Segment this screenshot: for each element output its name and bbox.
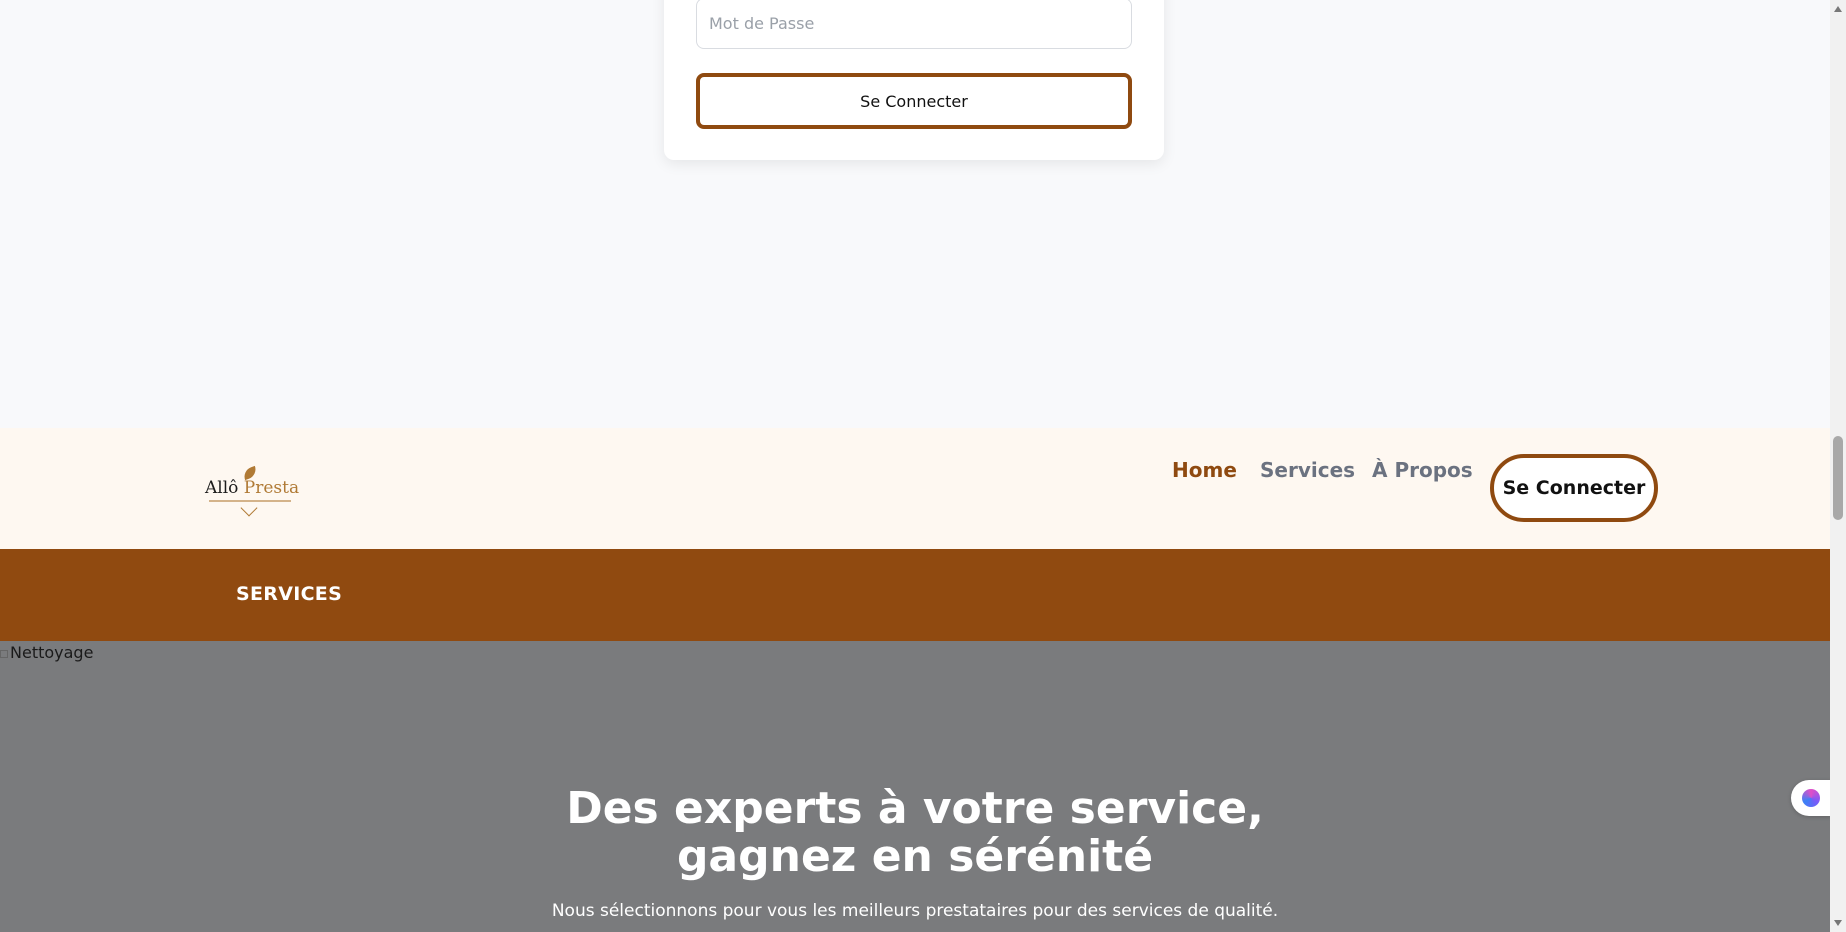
header-login-button[interactable]: Se Connecter <box>1490 454 1658 522</box>
services-band: SERVICES <box>0 549 1830 641</box>
site-logo[interactable]: Allô Presta <box>205 465 300 517</box>
logo-diamond-icon <box>240 499 258 517</box>
hero-title: Des experts à votre service, gagnez en s… <box>566 783 1264 882</box>
brain-icon <box>1802 789 1820 807</box>
hero-subtitle: Nous sélectionnons pour vous les meilleu… <box>551 901 1279 921</box>
floating-assistant-button[interactable] <box>1791 780 1831 816</box>
scroll-down-icon[interactable] <box>1834 920 1842 926</box>
password-field[interactable] <box>696 0 1132 49</box>
logo-text: Allô Presta <box>205 478 300 498</box>
site-header: Allô Presta Home Services À Propos Se Co… <box>0 428 1830 549</box>
login-card: Se Connecter <box>664 0 1164 160</box>
page-scrollbar[interactable] <box>1830 0 1846 932</box>
nav-a-propos[interactable]: À Propos <box>1372 458 1473 482</box>
login-submit-button[interactable]: Se Connecter <box>696 73 1132 129</box>
login-section: Se Connecter <box>0 0 1830 428</box>
scroll-up-icon[interactable] <box>1834 6 1842 12</box>
scroll-thumb[interactable] <box>1833 436 1843 520</box>
services-heading: SERVICES <box>236 583 343 605</box>
hero-image-placeholder: Nettoyage <box>0 643 93 662</box>
hero-section: Nettoyage Des experts à votre service, g… <box>0 641 1830 932</box>
nav-home[interactable]: Home <box>1172 458 1237 482</box>
nav-services[interactable]: Services <box>1260 458 1355 482</box>
broken-image-icon <box>0 649 8 658</box>
